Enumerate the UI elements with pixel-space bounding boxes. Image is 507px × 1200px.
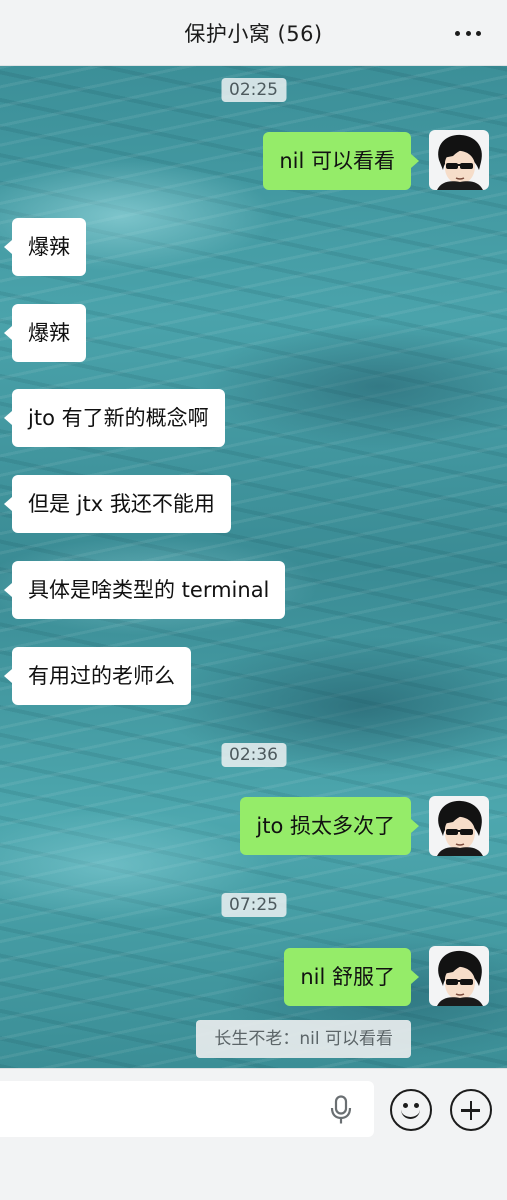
avatar[interactable] xyxy=(429,796,489,856)
avatar[interactable] xyxy=(429,946,489,1006)
timestamp: 07:25 xyxy=(221,893,286,917)
outgoing-message[interactable]: jto 损太多次了 xyxy=(240,797,419,855)
quoted-message[interactable]: 长生不老：nil 可以看看 xyxy=(196,1020,411,1058)
timestamp: 02:25 xyxy=(221,78,286,102)
input-bar xyxy=(0,1068,507,1200)
more-dots-icon[interactable] xyxy=(455,30,481,36)
incoming-message[interactable]: 但是 jtx 我还不能用 xyxy=(4,475,231,533)
chat-header: 保护小窝 (56) xyxy=(0,0,507,66)
timestamp: 02:36 xyxy=(221,743,286,767)
incoming-message[interactable]: 有用过的老师么 xyxy=(4,647,191,705)
incoming-message[interactable]: 具体是啥类型的 terminal xyxy=(3,561,286,619)
outgoing-message[interactable]: nil 舒服了 xyxy=(284,948,419,1006)
plus-icon[interactable] xyxy=(450,1089,492,1131)
chat-title: 保护小窝 (56) xyxy=(184,21,323,46)
microphone-icon[interactable] xyxy=(330,1095,352,1125)
emoji-icon[interactable] xyxy=(390,1089,432,1131)
incoming-message[interactable]: jto 有了新的概念啊 xyxy=(4,389,225,447)
message-list[interactable]: 02:25 nil 可以看看 爆辣 爆辣 jto 有了新的概念啊 但是 jtx … xyxy=(0,66,507,1068)
incoming-message[interactable]: 爆辣 xyxy=(4,218,86,276)
message-input[interactable] xyxy=(0,1081,374,1137)
incoming-message[interactable]: 爆辣 xyxy=(4,304,86,362)
outgoing-message[interactable]: nil 可以看看 xyxy=(263,132,419,190)
avatar[interactable] xyxy=(429,130,489,190)
